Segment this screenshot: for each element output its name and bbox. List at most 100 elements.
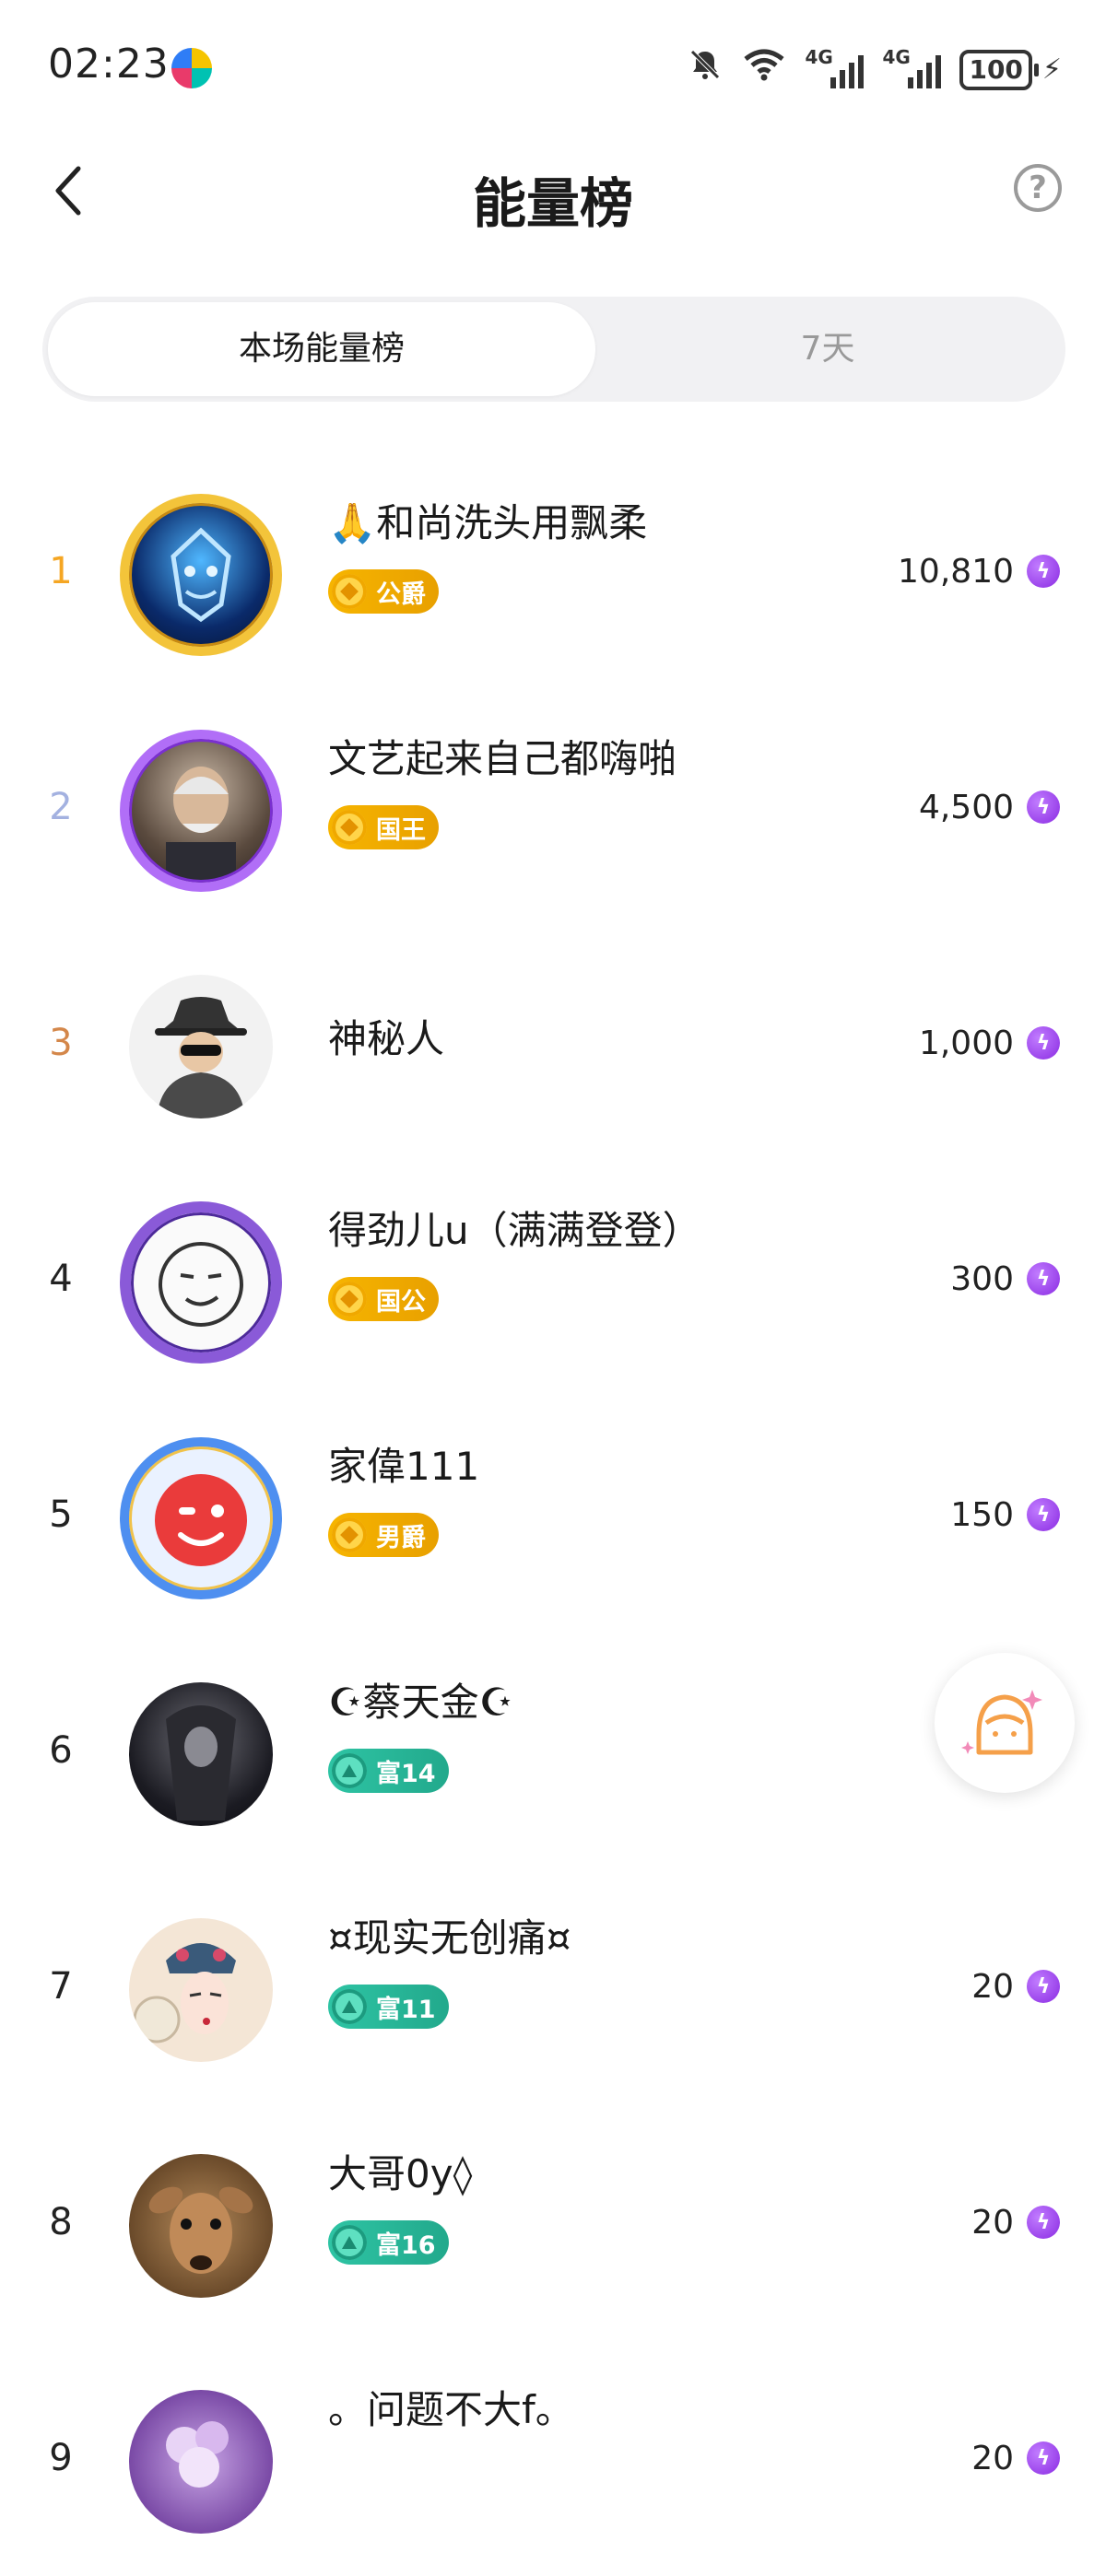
avatar[interactable]	[127, 1680, 275, 1828]
user-name: 🙏和尚洗头用飘柔	[328, 500, 648, 545]
leaderboard-row[interactable]: 8 大哥0y◊ 富16 20 ϟ	[0, 2104, 1106, 2340]
avatar[interactable]	[127, 2388, 275, 2535]
violet-frame-icon	[120, 1201, 282, 1364]
energy-bolt-icon: ϟ	[1027, 790, 1060, 824]
user-name: 家偉111	[328, 1444, 480, 1489]
gold-gem-icon	[332, 574, 367, 609]
badge-label: 男爵	[376, 1523, 426, 1552]
flower-avatar	[129, 2390, 273, 2534]
leaderboard-row[interactable]: 4 得劲儿u（满满登登） 国公 300 ϟ	[0, 1161, 1106, 1397]
energy-score: 150 ϟ	[950, 1397, 1060, 1633]
teal-gem-icon	[332, 1753, 367, 1788]
signal-2-icon: 4G	[882, 46, 942, 88]
tab-current-session[interactable]: 本场能量榜	[48, 302, 595, 396]
teal-gem-icon	[332, 1989, 367, 2024]
user-name: 大哥0y◊	[328, 2151, 473, 2196]
rank-number: 9	[49, 2437, 73, 2479]
avatar[interactable]	[120, 1201, 282, 1364]
energy-score: 4,500 ϟ	[919, 689, 1060, 925]
network-type-1: 4G	[805, 45, 833, 68]
user-name: 。问题不大f。	[328, 2387, 574, 2432]
score-value: 10,810	[898, 552, 1014, 591]
badge-label: 国王	[376, 815, 426, 845]
battery-level: 100	[959, 49, 1032, 90]
leaderboard-row[interactable]: 2 文艺起来自己都嗨啪 国王 4,500 ϟ	[0, 689, 1106, 925]
wealth-badge: 富11	[328, 1985, 449, 2029]
wealth-badge: 富16	[328, 2220, 449, 2265]
leaderboard-list: 1 🙏和尚洗头用飘柔 公爵 10,810 ϟ 2 文艺起来自己都嗨啪 国王 4,…	[0, 453, 1106, 2576]
deer-avatar	[129, 2154, 273, 2298]
charging-bolt-icon: ⚡	[1041, 53, 1062, 86]
teal-gem-icon	[332, 2225, 367, 2260]
energy-score: 300 ϟ	[950, 1161, 1060, 1397]
rank-number: 3	[49, 1022, 73, 1064]
dark-figure-avatar	[129, 1682, 273, 1826]
tab-7-days[interactable]: 7天	[595, 302, 1060, 396]
signal-1-icon: 4G	[805, 46, 865, 88]
leaderboard-row[interactable]: 7 ¤现实无创痛¤ 富11 20 ϟ	[0, 1868, 1106, 2104]
user-name: 得劲儿u（满满登登）	[328, 1208, 701, 1253]
noble-badge: 公爵	[328, 569, 439, 614]
wifi-icon	[742, 46, 786, 93]
energy-bolt-icon: ϟ	[1027, 1262, 1060, 1295]
score-value: 1,000	[918, 1024, 1014, 1062]
badge-label: 富11	[376, 1995, 436, 2024]
avatar[interactable]	[120, 494, 282, 656]
mystery-avatar	[129, 975, 273, 1118]
energy-score: 20 ϟ	[971, 2340, 1060, 2576]
opera-avatar	[129, 1918, 273, 2062]
energy-bolt-icon: ϟ	[1027, 1498, 1060, 1531]
battery-icon: 100 ⚡	[959, 49, 1062, 90]
user-name: 神秘人	[328, 1016, 445, 1061]
badge-label: 国公	[376, 1287, 426, 1317]
energy-score: 20 ϟ	[971, 1868, 1060, 2104]
avatar[interactable]	[120, 730, 282, 892]
leaderboard-row[interactable]: 1 🙏和尚洗头用飘柔 公爵 10,810 ϟ	[0, 453, 1106, 689]
user-name: ¤现实无创痛¤	[328, 1915, 571, 1961]
avatar[interactable]	[127, 2152, 275, 2300]
leaderboard-row[interactable]: 5 家偉111 男爵 150 ϟ	[0, 1397, 1106, 1633]
noble-badge: 男爵	[328, 1513, 439, 1557]
score-value: 300	[950, 1259, 1014, 1298]
gold-frame-icon	[120, 494, 282, 656]
floating-assistant-button[interactable]	[935, 1653, 1075, 1793]
rank-number: 7	[49, 1965, 73, 2008]
status-time: 02:23	[48, 41, 170, 88]
badge-label: 富14	[376, 1759, 436, 1788]
energy-bolt-icon: ϟ	[1027, 1026, 1060, 1060]
leaderboard-row[interactable]: 9 。问题不大f。 20 ϟ	[0, 2340, 1106, 2576]
page-title: 能量榜	[472, 172, 633, 235]
help-button[interactable]: ?	[1014, 164, 1062, 212]
leaderboard-row[interactable]: 3 神秘人 1,000 ϟ	[0, 925, 1106, 1161]
score-value: 4,500	[918, 788, 1014, 826]
network-type-2: 4G	[882, 45, 911, 68]
energy-bolt-icon: ϟ	[1027, 2441, 1060, 2475]
gold-gem-icon	[332, 1282, 367, 1317]
noble-badge: 国公	[328, 1277, 439, 1321]
score-value: 20	[971, 1967, 1014, 2006]
blue-frame-icon	[120, 1437, 282, 1599]
girl-face-sparkle-icon	[961, 1690, 1042, 1755]
energy-score: 1,000 ϟ	[919, 925, 1060, 1161]
rank-number: 6	[49, 1729, 73, 1772]
mute-bell-icon	[687, 46, 724, 93]
purple-frame-icon	[120, 730, 282, 892]
badge-label: 公爵	[376, 580, 426, 609]
energy-bolt-icon: ϟ	[1027, 555, 1060, 588]
avatar[interactable]	[127, 973, 275, 1120]
gold-gem-icon	[332, 810, 367, 845]
noble-badge: 国王	[328, 805, 439, 849]
rank-number: 2	[49, 786, 73, 828]
energy-bolt-icon: ϟ	[1027, 2206, 1060, 2239]
avatar[interactable]	[120, 1437, 282, 1599]
user-name: 文艺起来自己都嗨啪	[328, 736, 677, 781]
user-name: ☪蔡天金☪	[328, 1680, 514, 1725]
wealth-badge: 富14	[328, 1749, 449, 1793]
badge-label: 富16	[376, 2231, 436, 2260]
status-bar: 02:23 4G 4G 100 ⚡	[0, 0, 1106, 138]
rank-number: 4	[49, 1258, 73, 1300]
score-value: 150	[950, 1495, 1014, 1534]
avatar[interactable]	[127, 1916, 275, 2064]
energy-bolt-icon: ϟ	[1027, 1970, 1060, 2003]
energy-score: 10,810 ϟ	[898, 453, 1060, 689]
